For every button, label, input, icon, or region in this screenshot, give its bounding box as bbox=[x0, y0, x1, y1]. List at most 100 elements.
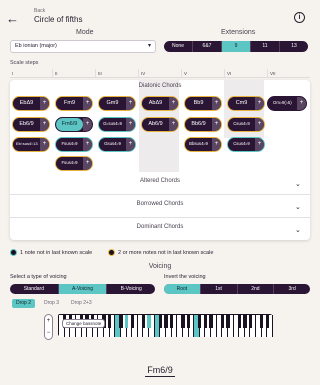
piano-black-key[interactable] bbox=[237, 315, 241, 328]
chevron-down-icon[interactable]: ⌄ bbox=[295, 226, 301, 234]
chord-name: Fsus4♭9 bbox=[56, 138, 83, 151]
chord-chip[interactable]: Fm9 + bbox=[55, 96, 93, 111]
invert-label: Invert the voicing bbox=[164, 274, 206, 280]
extensions-selector[interactable]: None 6&7 9 11 13 bbox=[164, 41, 308, 52]
extension-option-11[interactable]: 11 bbox=[251, 41, 280, 52]
add-icon[interactable]: + bbox=[169, 97, 178, 110]
divider bbox=[10, 194, 310, 195]
inversion-option-2nd[interactable]: 2nd bbox=[238, 284, 275, 294]
chord-chip[interactable]: Eb♭sus4♭13 + bbox=[12, 137, 50, 152]
octave-up-icon[interactable]: + bbox=[45, 315, 52, 327]
add-icon[interactable]: + bbox=[83, 138, 92, 151]
piano-black-key[interactable] bbox=[260, 315, 264, 328]
add-icon[interactable]: + bbox=[297, 97, 306, 110]
add-icon[interactable]: + bbox=[83, 157, 92, 170]
add-icon[interactable]: + bbox=[126, 97, 135, 110]
voicing-option-standard[interactable]: Standard bbox=[10, 284, 59, 294]
back-label[interactable]: Back bbox=[34, 8, 45, 14]
piano-black-key[interactable] bbox=[130, 315, 134, 328]
extension-option-13[interactable]: 13 bbox=[280, 41, 308, 52]
dominant-chords-header[interactable]: Dominant Chords bbox=[10, 224, 310, 230]
add-icon[interactable]: + bbox=[40, 118, 49, 131]
chord-chip[interactable]: Bb9 + bbox=[184, 96, 222, 111]
chord-chip[interactable]: EbΔ9 + bbox=[12, 96, 50, 111]
piano-black-key[interactable] bbox=[220, 315, 224, 328]
add-icon[interactable]: + bbox=[83, 118, 92, 131]
add-icon[interactable]: + bbox=[255, 138, 264, 151]
add-icon[interactable]: + bbox=[212, 138, 221, 151]
inversion-option-root[interactable]: Root bbox=[164, 284, 201, 294]
chord-name: Bb6/9 bbox=[185, 118, 212, 131]
piano-black-key[interactable] bbox=[141, 315, 146, 328]
octave-control[interactable]: + − bbox=[44, 314, 53, 340]
voicing-option-a[interactable]: A-Voicing bbox=[58, 284, 108, 294]
piano-black-key[interactable] bbox=[147, 315, 151, 328]
piano-black-key[interactable] bbox=[209, 315, 213, 328]
back-arrow-icon[interactable]: ← bbox=[6, 12, 20, 26]
inversion-option-1st[interactable]: 1st bbox=[201, 284, 238, 294]
info-icon[interactable]: i bbox=[294, 12, 305, 23]
chord-name-underline bbox=[145, 376, 175, 377]
drop-2-3-tab[interactable]: Drop 2+3 bbox=[67, 299, 96, 308]
voicing-type-selector[interactable]: Standard A-Voicing B-Voicing bbox=[10, 284, 155, 294]
piano-black-key[interactable] bbox=[181, 315, 185, 328]
mode-select[interactable]: Eb ionian (major) ▾ bbox=[10, 40, 156, 53]
extension-option-none[interactable]: None bbox=[164, 41, 193, 52]
add-icon[interactable]: + bbox=[212, 118, 221, 131]
chord-chip[interactable]: Csus4♭9 + bbox=[227, 137, 265, 152]
altered-chords-header[interactable]: Altered Chords bbox=[10, 178, 310, 184]
piano-black-key[interactable] bbox=[124, 315, 129, 328]
drop-3-tab[interactable]: Drop 3 bbox=[40, 299, 63, 308]
inversion-option-3rd[interactable]: 3rd bbox=[274, 284, 310, 294]
chevron-down-icon[interactable]: ⌄ bbox=[295, 180, 301, 188]
chord-chip[interactable]: Fsus4♭9 + bbox=[55, 156, 93, 171]
chord-chip[interactable]: G♭sus4♭9 + bbox=[98, 117, 136, 132]
chord-chip[interactable]: Csus4♭9 + bbox=[227, 117, 265, 132]
add-icon[interactable]: + bbox=[255, 118, 264, 131]
borrowed-chords-header[interactable]: Borrowed Chords bbox=[10, 201, 310, 207]
chord-chip[interactable]: Eb6/9 + bbox=[12, 117, 50, 132]
add-icon[interactable]: + bbox=[212, 97, 221, 110]
chord-chip[interactable]: Bb6/9 + bbox=[184, 117, 222, 132]
add-icon[interactable]: + bbox=[40, 138, 49, 151]
add-icon[interactable]: + bbox=[169, 118, 178, 131]
drop-2-tab[interactable]: Drop 2 bbox=[12, 299, 36, 308]
chevron-down-icon: ▾ bbox=[147, 43, 151, 49]
inversion-selector[interactable]: Root 1st 2nd 3rd bbox=[164, 284, 310, 294]
chord-chip[interactable]: Fsus4♭9 + bbox=[55, 137, 93, 152]
piano-black-key[interactable] bbox=[186, 315, 191, 328]
piano-black-key[interactable] bbox=[164, 315, 168, 328]
piano-black-key[interactable] bbox=[158, 315, 163, 328]
add-icon[interactable]: + bbox=[83, 97, 92, 110]
change-bassnote-button[interactable]: Change bassnote bbox=[62, 319, 106, 328]
chord-chip-selected[interactable]: Fm6/9 + bbox=[55, 117, 93, 132]
extension-option-6-7[interactable]: 6&7 bbox=[193, 41, 222, 52]
piano-black-key[interactable] bbox=[226, 315, 230, 328]
chord-chip[interactable]: Gsus4♭9 + bbox=[98, 137, 136, 152]
piano-black-key[interactable] bbox=[265, 315, 270, 328]
octave-down-icon[interactable]: − bbox=[45, 327, 52, 339]
piano-black-key[interactable] bbox=[203, 315, 208, 328]
chord-chip[interactable]: Cm9 + bbox=[227, 96, 265, 111]
chord-chip[interactable]: Gm9 + bbox=[98, 96, 136, 111]
chord-chip[interactable]: Dm♭9(♭5) + bbox=[267, 96, 307, 111]
scale-step: VI bbox=[224, 69, 267, 77]
chord-chip[interactable]: Ab6/9 + bbox=[141, 117, 179, 132]
voicing-option-b[interactable]: B-Voicing bbox=[107, 284, 155, 294]
chord-name: Csus4♭9 bbox=[228, 138, 255, 151]
piano-black-key[interactable] bbox=[248, 315, 253, 328]
add-icon[interactable]: + bbox=[255, 97, 264, 110]
piano-black-key[interactable] bbox=[169, 315, 174, 328]
piano-black-key[interactable] bbox=[243, 315, 247, 328]
piano-black-key[interactable] bbox=[198, 315, 202, 328]
chord-chip[interactable]: Bbsus4♭9 + bbox=[184, 137, 222, 152]
chord-name: Fm9 bbox=[56, 97, 83, 110]
chevron-down-icon[interactable]: ⌄ bbox=[295, 203, 301, 211]
piano-black-key[interactable] bbox=[119, 315, 123, 328]
piano-black-key[interactable] bbox=[107, 315, 112, 328]
extension-option-9[interactable]: 9 bbox=[222, 41, 251, 52]
add-icon[interactable]: + bbox=[126, 138, 135, 151]
add-icon[interactable]: + bbox=[126, 118, 135, 131]
chord-chip[interactable]: AbΔ9 + bbox=[141, 96, 179, 111]
add-icon[interactable]: + bbox=[40, 97, 49, 110]
